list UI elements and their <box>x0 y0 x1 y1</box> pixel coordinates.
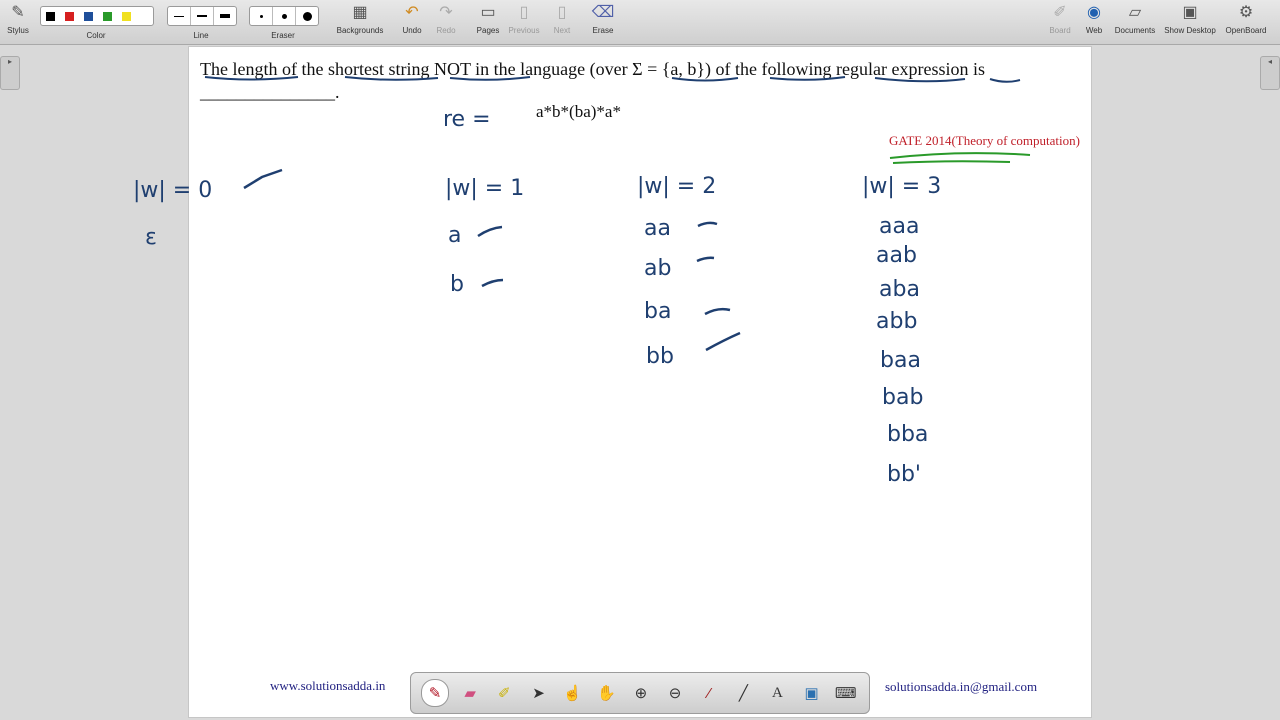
check-mark <box>705 331 741 352</box>
keyboard-button[interactable]: ⌨ <box>833 680 859 706</box>
laser-pointer-icon: ⁄ <box>707 684 711 702</box>
line-icon: ╱ <box>738 685 748 702</box>
footer-website: www.solutionsadda.in <box>270 678 386 693</box>
pointing-hand-icon: ☝ <box>563 685 582 702</box>
zoom-out-icon: ⊖ <box>668 685 682 702</box>
col0-header: |w| = 0 <box>133 178 212 203</box>
check-mark <box>704 307 731 316</box>
capture-tool-button[interactable]: ▣ <box>799 680 825 706</box>
eraser-icon: ▰ <box>464 685 476 702</box>
col3-item: aaa <box>879 214 919 239</box>
check-mark <box>477 225 503 238</box>
question-underlines <box>204 76 1021 83</box>
selector-tool-button[interactable]: ➤ <box>525 680 551 706</box>
interact-tool-button[interactable]: ☝ <box>560 680 586 706</box>
check-mark <box>696 256 715 263</box>
gate-underline <box>889 152 1031 164</box>
zoom-out-button[interactable]: ⊖ <box>662 680 688 706</box>
capture-icon: ▣ <box>804 685 819 702</box>
bottom-toolbar: ✎ ▰ ✐ ➤ ☝ ✋ ⊕ ⊖ ⁄ ╱ A ▣ ⌨ <box>410 672 870 714</box>
check-mark <box>481 278 504 288</box>
text-tool-icon: A <box>772 684 783 701</box>
col3-item: bba <box>887 422 928 447</box>
col3-item: bb' <box>887 462 921 487</box>
col3-item: aba <box>879 277 920 302</box>
eraser-tool-button[interactable]: ▰ <box>457 680 483 706</box>
col3-item: abb <box>876 309 917 334</box>
highlighter-tool-button[interactable]: ✐ <box>491 680 517 706</box>
hand-tool-button[interactable]: ✋ <box>594 680 620 706</box>
col3-item: baa <box>880 348 921 373</box>
keyboard-icon: ⌨ <box>834 685 857 702</box>
col2-item: bb <box>646 344 674 369</box>
col3-header: |w| = 3 <box>862 174 941 199</box>
zoom-in-icon: ⊕ <box>634 685 648 702</box>
col2-header: |w| = 2 <box>637 174 716 199</box>
col1-header: |w| = 1 <box>445 176 524 201</box>
check-mark <box>697 221 718 228</box>
check-mark <box>243 168 283 190</box>
line-tool-button[interactable]: ╱ <box>730 680 756 706</box>
col0-item: ε <box>145 225 157 250</box>
handwriting-layer: re = |w| = 0 ε |w| = 1 a b |w| = 2 aa ab… <box>133 76 1031 487</box>
footer-email: solutionsadda.in@gmail.com <box>885 679 1038 694</box>
zoom-in-button[interactable]: ⊕ <box>628 680 654 706</box>
text-tool-button[interactable]: A <box>764 680 790 706</box>
col3-item: aab <box>876 243 917 268</box>
regex-label: re = <box>443 107 491 132</box>
pen-tool-button[interactable]: ✎ <box>421 679 450 707</box>
hand-icon: ✋ <box>597 685 617 702</box>
col2-item: aa <box>644 216 671 241</box>
col2-item: ba <box>644 299 671 324</box>
laser-pointer-button[interactable]: ⁄ <box>696 680 722 706</box>
col1-item: b <box>450 272 464 297</box>
highlighter-icon: ✐ <box>498 685 511 702</box>
cursor-icon: ➤ <box>532 685 545 702</box>
col1-item: a <box>448 223 461 248</box>
col2-item: ab <box>644 256 671 281</box>
pen-icon: ✎ <box>428 685 442 702</box>
col3-item: bab <box>882 385 923 410</box>
